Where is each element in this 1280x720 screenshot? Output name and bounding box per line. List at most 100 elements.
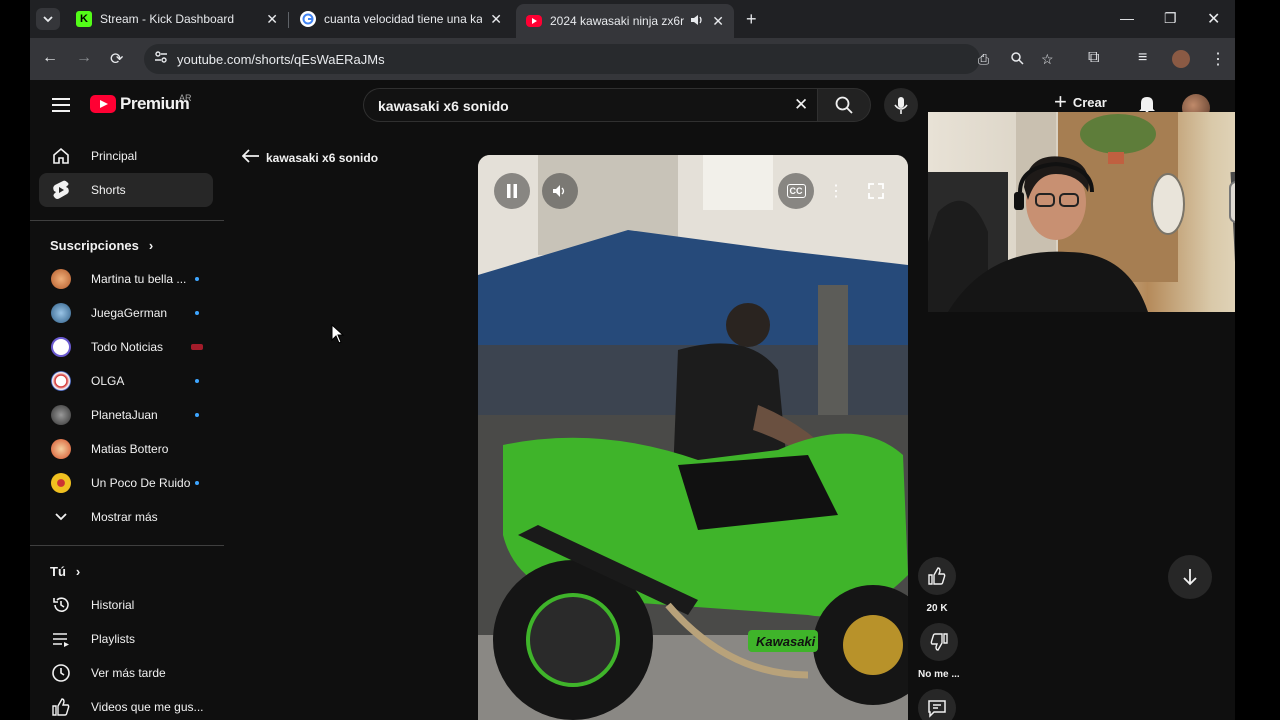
you-section-header[interactable]: Tú › [50, 564, 80, 579]
browser-tab-google[interactable]: cuanta velocidad tiene una kaw ✕ [290, 4, 512, 34]
profile-avatar-icon[interactable] [1172, 50, 1190, 68]
volume-icon [553, 185, 565, 197]
channel-avatar [51, 439, 71, 459]
sidebar-subscription-item[interactable]: OLGA [39, 364, 213, 398]
history-icon [51, 595, 71, 615]
sidebar-item-label: Shorts [91, 183, 126, 197]
home-icon [51, 146, 71, 166]
next-short-button[interactable] [1168, 555, 1212, 599]
sidebar-item-label: Ver más tarde [91, 666, 166, 680]
sidebar-subscription-item[interactable]: Todo Noticias [39, 330, 213, 364]
close-icon[interactable]: ✕ [266, 11, 278, 28]
youtube-premium-logo[interactable]: Premium [90, 94, 190, 114]
voice-search-button[interactable] [884, 88, 918, 122]
browser-tab-youtube[interactable]: 2024 kawasaki ninja zx6r ak ✕ [516, 4, 734, 38]
browser-tabstrip: K Stream - Kick Dashboard ✕ cuanta veloc… [30, 0, 1235, 38]
search-query: kawasaki x6 sonido [378, 98, 509, 114]
comments-action[interactable] [918, 689, 956, 720]
sidebar-item-shorts[interactable]: Shorts [39, 173, 213, 207]
extensions-icon[interactable]: ⧉ [1088, 49, 1099, 67]
like-button[interactable] [918, 557, 956, 595]
kick-icon: K [76, 11, 92, 27]
tab-title: cuanta velocidad tiene una kaw [324, 12, 483, 26]
reload-icon[interactable]: ⟳ [110, 49, 123, 69]
sidebar-item-principal[interactable]: Principal [39, 139, 213, 173]
media-control-icon[interactable]: ≡ [1138, 49, 1147, 67]
sidebar-item-playlists[interactable]: Playlists [39, 622, 213, 656]
sidebar-item-label: JuegaGerman [91, 306, 168, 320]
sidebar-item-label: Videos que me gus... [91, 700, 204, 714]
back-icon[interactable]: ← [42, 49, 58, 67]
chevron-right-icon: › [148, 238, 154, 253]
screen-frame: K Stream - Kick Dashboard ✕ cuanta veloc… [30, 0, 1235, 720]
new-tab-icon[interactable]: + [746, 9, 757, 30]
menu-kebab-icon[interactable]: ⋮ [1210, 49, 1226, 69]
close-icon[interactable]: ✕ [490, 11, 502, 28]
bookmark-star-icon[interactable]: ☆ [1041, 51, 1054, 68]
new-content-dot [195, 277, 199, 281]
speaker-icon[interactable] [690, 14, 704, 29]
google-icon [300, 11, 316, 27]
youtube-icon [526, 15, 542, 27]
video-frame-image: Kawasaki [478, 155, 908, 720]
sidebar-item-liked-videos[interactable]: Videos que me gus... [39, 690, 213, 720]
restore-icon[interactable]: ❐ [1164, 10, 1177, 27]
site-info-icon[interactable] [154, 50, 168, 67]
subscriptions-title: Suscripciones [50, 238, 139, 253]
fullscreen-icon[interactable] [858, 173, 894, 209]
like-count: 20 K [926, 603, 948, 614]
new-content-dot [195, 311, 199, 315]
back-search-label[interactable]: kawasaki x6 sonido [266, 151, 378, 165]
sidebar-subscription-item[interactable]: JuegaGerman [39, 296, 213, 330]
sidebar-subscription-item[interactable]: Matias Bottero [39, 432, 213, 466]
channel-avatar [51, 405, 71, 425]
window-close-icon[interactable]: ✕ [1207, 9, 1220, 29]
sidebar-subscription-item[interactable]: Un Poco De Ruido [39, 466, 213, 500]
sidebar-divider [30, 220, 224, 221]
sidebar-item-historial[interactable]: Historial [39, 588, 213, 622]
sidebar-divider [30, 545, 224, 546]
zoom-icon[interactable] [1010, 51, 1024, 68]
sidebar-subscription-item[interactable]: Martina tu bella ... [39, 262, 213, 296]
microphone-icon [894, 97, 908, 114]
captions-button[interactable]: CC [778, 173, 814, 209]
clear-search-icon[interactable]: ✕ [794, 95, 808, 115]
install-app-icon[interactable]: ⎙ [978, 51, 989, 68]
tab-search-button[interactable] [36, 8, 60, 30]
create-button[interactable]: + Crear [1054, 91, 1107, 113]
forward-icon[interactable]: → [76, 49, 92, 67]
browser-tab-kick[interactable]: K Stream - Kick Dashboard ✕ [66, 4, 288, 34]
minimize-icon[interactable]: — [1120, 10, 1134, 26]
close-icon[interactable]: ✕ [712, 13, 724, 30]
tab-title: Stream - Kick Dashboard [100, 12, 235, 26]
search-input[interactable]: kawasaki x6 sonido ✕ [363, 88, 817, 122]
live-badge-icon [191, 344, 203, 350]
dislike-button[interactable] [919, 623, 958, 661]
search-button[interactable] [817, 88, 871, 122]
volume-button[interactable] [542, 173, 578, 209]
sidebar-item-label: Todo Noticias [91, 340, 164, 354]
channel-avatar [51, 269, 71, 289]
address-bar[interactable]: youtube.com/shorts/qEsWaERaJMs ⎙ ☆ [144, 44, 1054, 74]
comments-button[interactable] [918, 689, 956, 720]
back-arrow-icon[interactable] [241, 149, 260, 168]
new-content-dot [195, 379, 199, 383]
dislike-action[interactable]: No me ... [918, 623, 960, 680]
comment-icon [928, 700, 946, 718]
shorts-video-player[interactable]: Kawasaki CC ⋮ [478, 155, 908, 720]
like-action[interactable]: 20 K [918, 557, 956, 614]
sidebar-item-label: Martina tu bella ... [91, 272, 187, 286]
subscriptions-header[interactable]: Suscripciones › [50, 238, 153, 253]
webcam-overlay [928, 112, 1235, 312]
pause-icon [507, 184, 517, 198]
shorts-icon [51, 180, 71, 200]
sidebar-item-watch-later[interactable]: Ver más tarde [39, 656, 213, 690]
url-text: youtube.com/shorts/qEsWaERaJMs [177, 52, 385, 67]
pause-button[interactable] [494, 173, 530, 209]
more-options-icon[interactable]: ⋮ [818, 173, 854, 209]
like-icon [51, 697, 71, 717]
hamburger-menu-icon[interactable] [52, 98, 70, 112]
youtube-play-icon [90, 95, 116, 113]
show-more-button[interactable]: Mostrar más [39, 500, 213, 534]
sidebar-subscription-item[interactable]: PlanetaJuan [39, 398, 213, 432]
